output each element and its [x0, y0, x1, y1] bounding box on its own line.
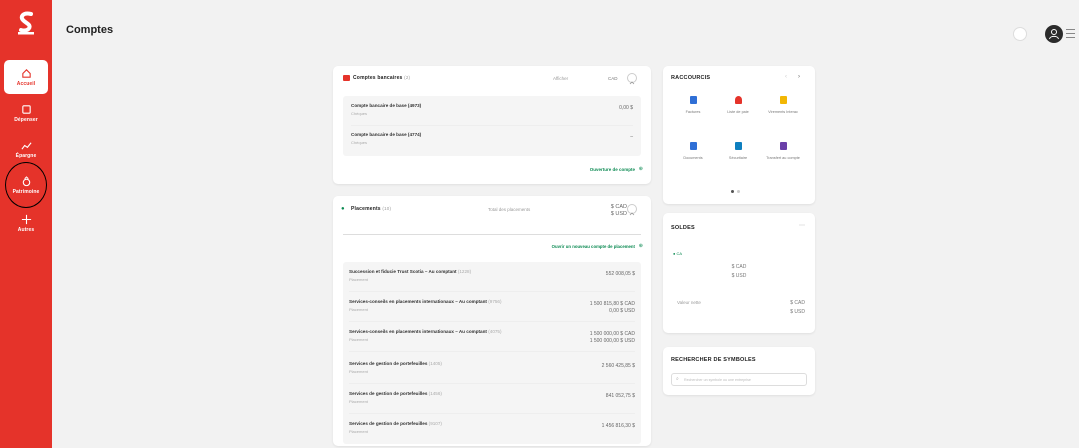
net-value-label: Valeur nette	[677, 300, 701, 305]
investments-icon: ●	[341, 206, 345, 212]
table-row[interactable]: Services-conseils en placements internat…	[349, 324, 635, 352]
shortcuts-card: RACCOURCIS ‹ › Factures Liste de paie Vi…	[663, 66, 815, 204]
home-icon	[21, 68, 31, 78]
next-icon[interactable]: ›	[798, 74, 800, 80]
bill-icon	[689, 96, 697, 104]
symbol-search-card: RECHERCHER DE SYMBOLES ⌕ Rechercher un s…	[663, 347, 815, 395]
balances-summary: $ CAD $ USD	[731, 264, 747, 279]
transfer-icon	[779, 142, 787, 150]
sidebar-item-label: Autres	[17, 226, 35, 233]
list-item[interactable]: Compte bancaire de base (4774) Chèques –	[351, 127, 633, 155]
symbol-search-input[interactable]: ⌕ Rechercher un symbole ou une entrepris…	[671, 373, 807, 386]
bank-accounts-list: Compte bancaire de base (4973) Chèques 0…	[343, 96, 641, 156]
sidebar-item-depenser[interactable]: Dépenser	[4, 96, 48, 130]
filter-label[interactable]: Afficher	[553, 76, 568, 81]
table-row[interactable]: Services de gestion de portefeuilles (14…	[349, 386, 635, 414]
more-icon	[21, 214, 31, 224]
divider	[343, 234, 641, 235]
open-account-link[interactable]: Ouverture de compte	[590, 167, 635, 172]
card-icon	[21, 104, 31, 114]
investments-title: Placements (10)	[351, 206, 392, 212]
carousel-dot-active[interactable]	[731, 190, 734, 193]
sidebar-item-label: Accueil	[16, 80, 36, 87]
prev-icon[interactable]: ‹	[785, 74, 787, 80]
shortcut-liste-de-paie[interactable]: Liste de paie	[718, 96, 758, 130]
collapse-button[interactable]	[627, 73, 637, 85]
options-icon[interactable]: ⋯	[799, 222, 805, 229]
shortcut-securitaire[interactable]: Sécuritaire	[718, 142, 758, 176]
chevron-up-icon	[629, 212, 635, 216]
search-placeholder: Rechercher un symbole ou une entreprise	[684, 378, 751, 382]
plus-circle-icon: ⊕	[638, 166, 643, 172]
sidebar-item-epargne[interactable]: Épargne	[4, 132, 48, 166]
net-value-amounts: $ CAD $ USD	[790, 300, 805, 315]
avatar[interactable]	[1045, 25, 1063, 43]
sidebar-item-label: Dépenser	[14, 116, 38, 123]
search-icon: ⌕	[676, 376, 679, 382]
chart-legend: ● CA	[673, 251, 683, 256]
plus-circle-icon: ⊕	[638, 243, 643, 249]
shortcut-documents[interactable]: Documents	[673, 142, 713, 176]
payroll-icon	[734, 96, 742, 104]
scotia-logo-icon[interactable]	[14, 10, 38, 36]
interac-icon	[779, 96, 787, 104]
sidebar-item-label: Épargne	[15, 152, 37, 159]
user-icon	[1049, 29, 1059, 40]
menu-icon[interactable]	[1066, 29, 1075, 38]
open-investment-link[interactable]: Ouvrir un nouveau compte de placement	[552, 244, 635, 249]
lock-icon	[734, 142, 742, 150]
total-label: Total des placements	[488, 207, 531, 212]
bank-icon	[343, 75, 350, 81]
balances-card: SOLDES ⋯ ● CA $ CAD $ USD Valeur nette $…	[663, 213, 815, 333]
symbol-search-title: RECHERCHER DE SYMBOLES	[671, 357, 756, 363]
table-row[interactable]: Services de gestion de portefeuilles (91…	[349, 416, 635, 444]
shortcuts-title: RACCOURCIS	[671, 75, 711, 81]
investments-card: ● Placements (10) Total des placements $…	[333, 196, 651, 446]
table-row[interactable]: Services-conseils en placements internat…	[349, 294, 635, 322]
currency-label[interactable]: CAD	[608, 76, 618, 81]
page-title: Comptes	[66, 24, 114, 36]
total-values: $ CAD $ USD	[610, 204, 627, 217]
highlight-circle	[5, 162, 47, 208]
sidebar-item-autres[interactable]: Autres	[4, 206, 48, 240]
bank-accounts-card: Comptes bancaires (2) Afficher CAD Compt…	[333, 66, 651, 184]
balances-title: SOLDES	[671, 225, 695, 231]
shortcut-virements-interac[interactable]: Virements Interac	[763, 96, 803, 130]
legend-dot-icon: ●	[673, 251, 676, 256]
carousel-dot[interactable]	[737, 190, 740, 193]
sidebar-item-accueil[interactable]: Accueil	[4, 60, 48, 94]
document-icon	[689, 142, 697, 150]
search-icon[interactable]	[1013, 27, 1027, 41]
collapse-button[interactable]	[627, 204, 637, 216]
investments-list: Succession et fiducie Trust Scotia – Au …	[343, 262, 641, 444]
list-item[interactable]: Compte bancaire de base (4973) Chèques 0…	[351, 98, 633, 126]
sidebar: Accueil Dépenser Épargne Patrimoine Autr…	[0, 0, 52, 448]
shortcut-transfert[interactable]: Transfert au compte	[763, 142, 803, 176]
bank-accounts-title: Comptes bancaires (2)	[353, 75, 411, 81]
table-row[interactable]: Services de gestion de portefeuilles (14…	[349, 356, 635, 384]
shortcut-factures[interactable]: Factures	[673, 96, 713, 130]
table-row[interactable]: Succession et fiducie Trust Scotia – Au …	[349, 264, 635, 292]
chevron-up-icon	[629, 81, 635, 85]
growth-chart-icon	[20, 141, 32, 149]
